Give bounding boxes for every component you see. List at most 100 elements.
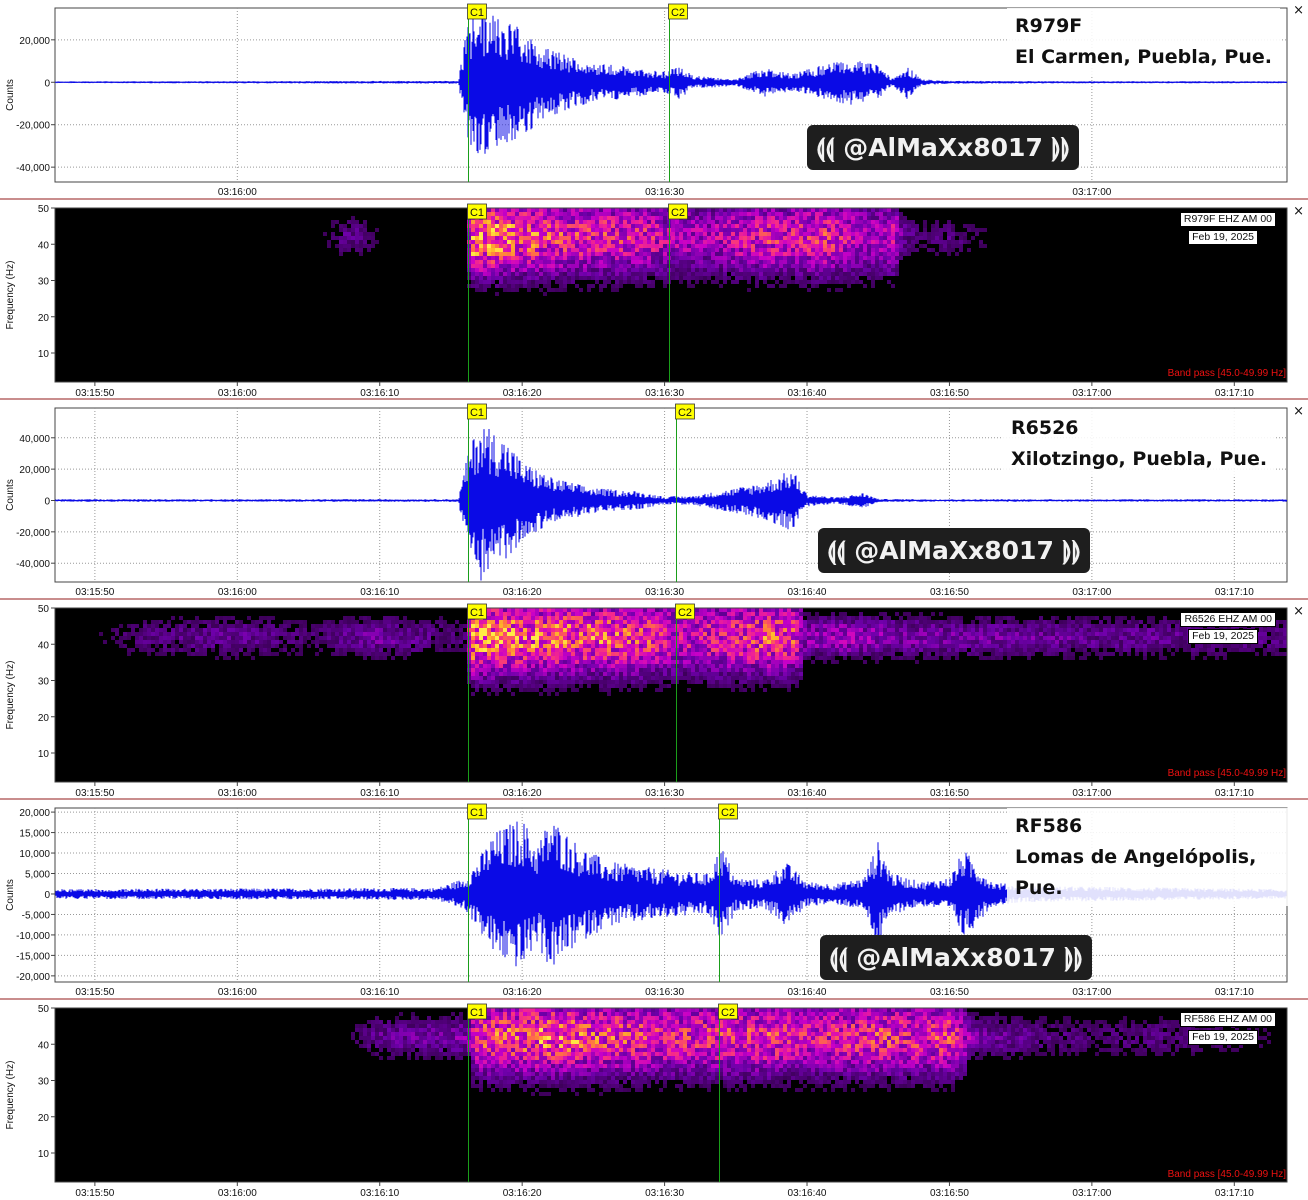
spectrogram-cell: [811, 224, 815, 228]
spectrogram-cell: [251, 620, 255, 624]
spectrogram-cell: [827, 644, 831, 648]
spectrogram-cell: [475, 220, 479, 224]
spectrogram-cell: [639, 688, 643, 692]
spectrogram-cell: [635, 208, 639, 212]
spectrogram-cell: [875, 628, 879, 632]
spectrogram-cell: [659, 680, 663, 684]
spectrogram-cell: [831, 616, 835, 620]
spectrogram-cell: [727, 256, 731, 260]
spectrogram-cell: [515, 636, 519, 640]
spectrogram-cell: [951, 248, 955, 252]
spectrogram-cell: [555, 652, 559, 656]
spectrogram-cell: [571, 644, 575, 648]
spectrogram-cell: [951, 232, 955, 236]
spectrogram-cell: [711, 208, 715, 212]
spectrogram-cell: [643, 268, 647, 272]
spectrogram-cell: [203, 640, 207, 644]
spectrogram-cell: [571, 608, 575, 612]
spectrogram-cell: [855, 268, 859, 272]
spectrogram-cell: [487, 216, 491, 220]
spectrogram-cell: [691, 240, 695, 244]
spectrogram-cell: [255, 644, 259, 648]
spectrogram-cell: [571, 212, 575, 216]
spectrogram-cell: [895, 256, 899, 260]
spectrogram-cell: [483, 256, 487, 260]
spectrogram-cell: [699, 636, 703, 640]
spectrogram-cell: [523, 684, 527, 688]
spectrogram-cell: [807, 280, 811, 284]
close-icon[interactable]: ×: [1293, 205, 1304, 218]
spectrogram-cell: [551, 216, 555, 220]
spectrogram-cell: [799, 284, 803, 288]
close-icon[interactable]: ×: [1293, 405, 1304, 418]
spectrogram-cell: [743, 660, 747, 664]
spectrogram-cell: [583, 276, 587, 280]
spectrogram-cell: [703, 236, 707, 240]
spectrogram-cell: [875, 636, 879, 640]
spectrogram-cell: [487, 616, 491, 620]
spectrogram-cell: [539, 288, 543, 292]
spectrogram-cell: [627, 620, 631, 624]
spectrogram-cell: [651, 612, 655, 616]
spectrogram-cell: [635, 644, 639, 648]
spectrogram-cell: [715, 224, 719, 228]
spectrogram-cell: [563, 632, 567, 636]
spectrogram-cell: [479, 256, 483, 260]
spectrogram-cell: [687, 676, 691, 680]
spectrogram-cell: [351, 648, 355, 652]
spectrogram-cell: [611, 228, 615, 232]
spectrogram-cell: [679, 236, 683, 240]
spectrogram-cell: [559, 232, 563, 236]
spectrogram-cell: [435, 632, 439, 636]
spectrogram-cell: [351, 636, 355, 640]
spectrogram-cell: [695, 260, 699, 264]
spectrogram-cell: [511, 676, 515, 680]
spectrogram-cell: [607, 208, 611, 212]
spectrogram-cell: [559, 680, 563, 684]
spectrogram-cell: [755, 256, 759, 260]
spectrogram-cell: [783, 240, 787, 244]
spectrogram-cell: [471, 256, 475, 260]
spectrogram-cell: [843, 636, 847, 640]
spectrogram-cell: [587, 664, 591, 668]
spectrogram-cell: [587, 628, 591, 632]
spectrogram-cell: [739, 620, 743, 624]
spectrogram-cell: [803, 628, 807, 632]
spectrogram-cell: [879, 208, 883, 212]
spectrogram-cell: [543, 220, 547, 224]
spectrogram-cell: [719, 208, 723, 212]
spectrogram-cell: [731, 268, 735, 272]
spectrogram-cell: [883, 208, 887, 212]
spectrogram-cell: [643, 228, 647, 232]
spectrogram-cell: [879, 260, 883, 264]
spectrogram-cell: [863, 644, 867, 648]
spectrogram-cell: [503, 684, 507, 688]
spectrogram-cell: [787, 656, 791, 660]
spectrogram-cell: [647, 628, 651, 632]
spectrogram-cell: [823, 648, 827, 652]
spectrogram-cell: [687, 668, 691, 672]
spectrogram-cell: [579, 684, 583, 688]
spectrogram-cell: [803, 656, 807, 660]
spectrogram-cell: [639, 224, 643, 228]
spectrogram-cell: [823, 252, 827, 256]
spectrogram-cell: [719, 680, 723, 684]
spectrogram-cell: [623, 664, 627, 668]
spectrogram-cell: [675, 232, 679, 236]
spectrogram-cell: [611, 248, 615, 252]
spectrogram-cell: [767, 624, 771, 628]
spectrogram-cell: [891, 216, 895, 220]
spectrogram-cell: [563, 216, 567, 220]
spectrogram-cell: [811, 284, 815, 288]
spectrogram-cell: [523, 612, 527, 616]
close-icon[interactable]: ×: [1293, 4, 1304, 17]
spectrogram-cell: [651, 672, 655, 676]
spectrogram-cell: [579, 212, 583, 216]
spectrogram-cell: [495, 684, 499, 688]
spectrogram-cell: [791, 636, 795, 640]
spectrogram-cell: [491, 608, 495, 612]
spectrogram-cell: [603, 608, 607, 612]
spectrogram-cell: [847, 620, 851, 624]
x-tick-label: 03:16:30: [645, 388, 684, 398]
spectrogram-cell: [703, 636, 707, 640]
